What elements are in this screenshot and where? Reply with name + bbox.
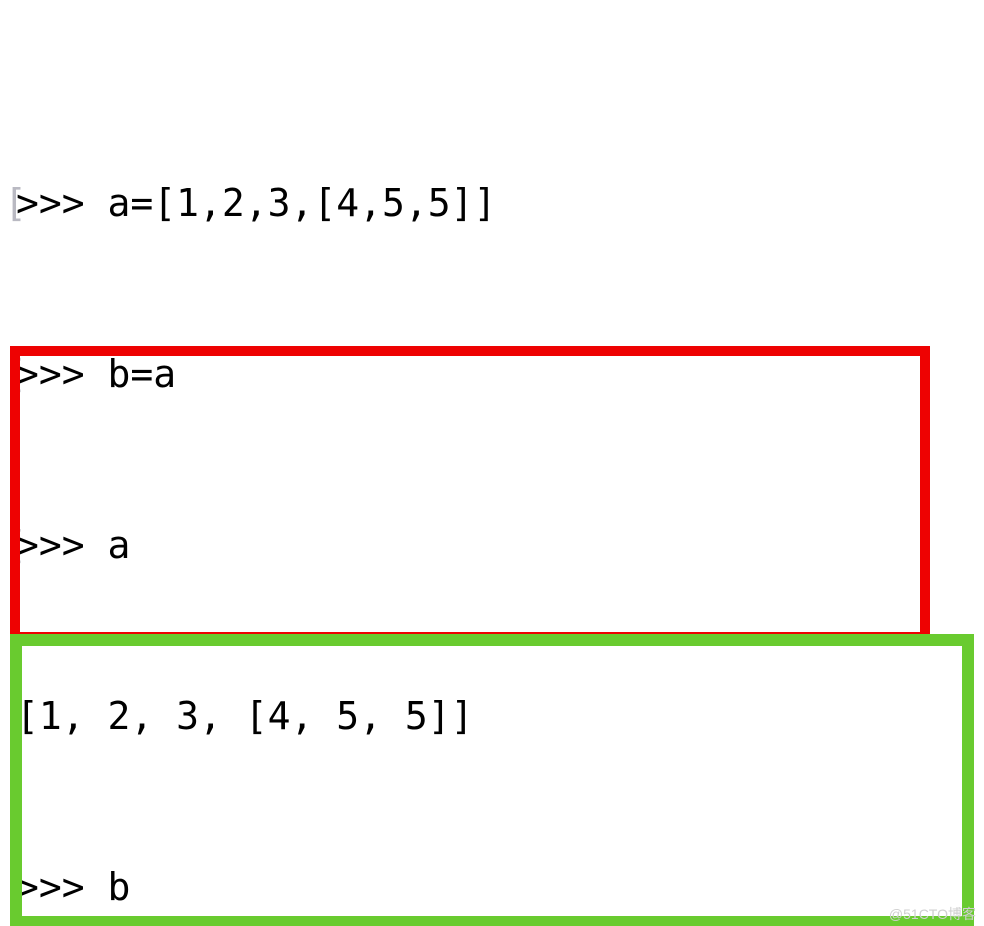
repl-line: [ >>> b=a <box>4 346 984 403</box>
repl-text: >>> a <box>16 517 130 574</box>
fold-bracket <box>4 688 16 745</box>
repl-line: [1, 2, 3, [4, 5, 5]] <box>4 688 984 745</box>
fold-bracket: [ <box>4 859 16 916</box>
repl-text: >>> b <box>16 859 130 916</box>
repl-text: [1, 2, 3, [4, 5, 5]] <box>16 688 474 745</box>
repl-line: [ >>> a <box>4 517 984 574</box>
fold-bracket: [ <box>4 346 16 403</box>
fold-bracket: [ <box>4 517 16 574</box>
python-repl-terminal[interactable]: [ >>> a=[1,2,3,[4,5,5]] [ >>> b=a [ >>> … <box>0 0 984 926</box>
repl-line: [ >>> a=[1,2,3,[4,5,5]] <box>4 175 984 232</box>
repl-line: [ >>> b <box>4 859 984 916</box>
repl-text: >>> b=a <box>16 346 176 403</box>
watermark-text: @51CTO博客 <box>889 904 976 924</box>
fold-bracket: [ <box>4 175 16 232</box>
repl-text: >>> a=[1,2,3,[4,5,5]] <box>16 175 496 232</box>
